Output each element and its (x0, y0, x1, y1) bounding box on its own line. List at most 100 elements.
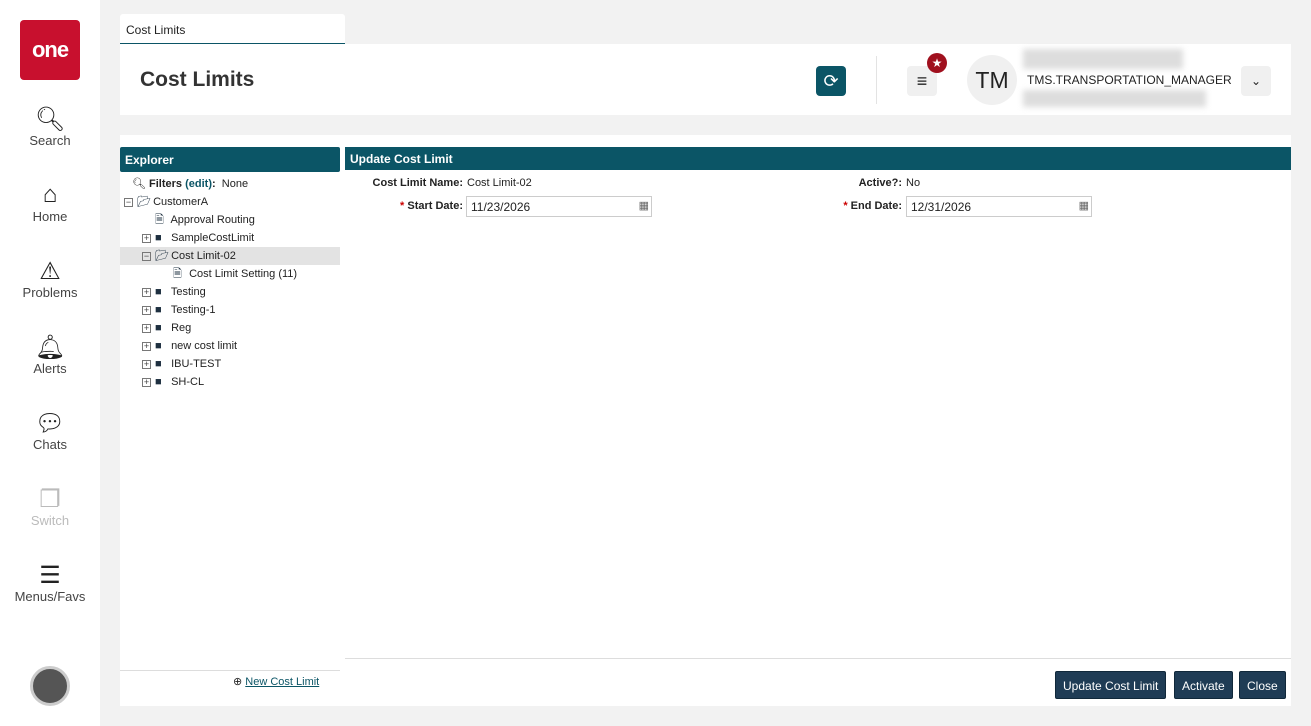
switch-icon: ❐ (39, 486, 61, 513)
assistant-avatar[interactable] (30, 666, 70, 706)
tree-node-label: Approval Routing (170, 214, 255, 226)
plus-circle-icon: ⊕ (233, 676, 243, 688)
sidebar-item-switch: ❐ Switch (0, 485, 100, 528)
tree-node-label: Testing-1 (170, 304, 216, 316)
folder-icon: ■ (155, 340, 162, 352)
calendar-icon[interactable]: ▦ (1079, 199, 1089, 212)
new-cost-limit-link[interactable]: ⊕ New Cost Limit (233, 675, 319, 688)
tree-node-label: CustomerA (153, 196, 209, 208)
chat-icon: 💬︎ (34, 410, 66, 437)
sidebar-item-alerts[interactable]: 🔔︎ Alerts (0, 333, 100, 376)
divider (345, 658, 1291, 659)
expand-icon[interactable]: + (142, 359, 151, 369)
file-icon: 🗎 (155, 214, 164, 226)
tree-node[interactable]: + ■ new cost limit (120, 337, 340, 355)
tree-node[interactable]: 🗎 Cost Limit Setting (11) (120, 265, 340, 283)
start-date-input[interactable]: 11/23/2026 ▦ (466, 196, 652, 217)
folder-open-icon: 📂︎ (137, 196, 151, 208)
tree-node[interactable]: + ■ SampleCostLimit (120, 229, 340, 247)
explorer-tree: − 📂︎ CustomerA 🗎 Approval Routing + ■ Sample… (120, 193, 340, 391)
tree-node-label: new cost limit (171, 340, 238, 352)
end-date-input[interactable]: 12/31/2026 ▦ (906, 196, 1092, 217)
divider (120, 670, 340, 671)
sidebar-item-label: Chats (33, 437, 67, 452)
expand-icon[interactable]: + (142, 341, 151, 351)
close-button[interactable]: Close (1239, 671, 1286, 699)
name-value: Cost Limit-02 (467, 177, 532, 189)
activate-button[interactable]: Activate (1174, 671, 1233, 699)
blurred-info (1023, 49, 1183, 69)
tree-node-label: Cost Limit-02 (171, 250, 236, 262)
home-icon: ⌂ (42, 181, 58, 208)
user-role: TMS.TRANSPORTATION_MANAGER (1027, 73, 1232, 87)
expand-icon[interactable]: + (142, 233, 151, 243)
avatar[interactable]: TM (967, 55, 1017, 105)
file-icon: 🗎 (173, 268, 182, 280)
divider (876, 56, 877, 104)
blurred-info (1023, 90, 1206, 107)
folder-icon: ■ (155, 376, 162, 388)
menu-icon: ☰ (39, 562, 61, 589)
folder-open-icon: 📂︎ (155, 250, 169, 262)
tree-node-label: Reg (171, 322, 192, 334)
tree-node[interactable]: + ■ Reg (120, 319, 340, 337)
sidebar-item-home[interactable]: ⌂ Home (0, 181, 100, 224)
collapse-icon[interactable]: − (124, 197, 133, 207)
sidebar-item-label: Menus/Favs (14, 589, 86, 604)
name-label: Cost Limit Name: (372, 177, 463, 189)
folder-icon: ■ (155, 232, 162, 244)
star-badge-icon: ★ (927, 53, 947, 73)
tree-node-label: Testing (170, 286, 206, 298)
tree-node[interactable]: − 📂︎ CustomerA (120, 193, 340, 211)
main-panel: Explorer 🔍︎ Filters (edit): None − 📂︎ Cus… (120, 135, 1291, 706)
tree-node[interactable]: + ■ Testing (120, 283, 340, 301)
form-header: Update Cost Limit (345, 147, 1291, 170)
sidebar-item-menus-favs[interactable]: ☰ Menus/Favs (0, 561, 100, 604)
sidebar-item-search[interactable]: 🔍︎ Search (0, 105, 100, 148)
explorer-header: Explorer (120, 147, 340, 172)
tree-node[interactable]: + ■ Testing-1 (120, 301, 340, 319)
filters-value: None (221, 178, 249, 190)
filters: 🔍︎ Filters (edit): None (132, 178, 249, 190)
page-title: Cost Limits (140, 68, 255, 91)
calendar-icon[interactable]: ▦ (639, 199, 649, 212)
tree-node[interactable]: − 📂︎ Cost Limit-02 (120, 247, 340, 265)
tab-cost-limits[interactable]: Cost Limits (120, 14, 345, 45)
tree-node[interactable]: 🗎 Approval Routing (120, 211, 340, 229)
filters-label: Filters (149, 178, 183, 190)
refresh-button[interactable]: ⟳ (816, 66, 846, 96)
header: Cost Limits ⟳ ≡ ★ TM TMS.TRANSPORTATION_… (120, 44, 1291, 115)
update-cost-limit-button[interactable]: Update Cost Limit (1055, 671, 1167, 699)
collapse-icon[interactable]: − (142, 251, 151, 261)
logo[interactable]: one (20, 20, 80, 80)
folder-icon: ■ (155, 358, 162, 370)
tree-node[interactable]: + ■ SH-CL (120, 373, 340, 391)
active-value: No (906, 177, 921, 189)
chevron-down-icon[interactable]: ⌄ (1241, 66, 1271, 96)
end-date-label: * End Date: (843, 200, 902, 212)
bell-icon: 🔔︎ (34, 334, 66, 361)
tree-node[interactable]: + ■ IBU-TEST (120, 355, 340, 373)
sidebar-item-label: Problems (22, 285, 78, 300)
tree-node-label: SampleCostLimit (171, 232, 255, 244)
tree-node-label: SH-CL (171, 376, 205, 388)
search-icon: 🔍︎ (34, 106, 66, 133)
filters-edit-link[interactable]: (edit) (185, 178, 212, 190)
folder-icon: ■ (155, 304, 162, 316)
start-date-label: * Start Date: (400, 200, 463, 212)
tree-node-label: IBU-TEST (171, 358, 222, 370)
folder-icon: ■ (155, 322, 162, 334)
sidebar-item-label: Switch (30, 513, 70, 528)
warning-icon: ⚠ (39, 258, 61, 285)
sidebar-item-problems[interactable]: ⚠ Problems (0, 257, 100, 300)
expand-icon[interactable]: + (142, 323, 151, 333)
expand-icon[interactable]: + (142, 377, 151, 387)
sidebar-item-chats[interactable]: 💬︎ Chats (0, 409, 100, 452)
expand-icon[interactable]: + (142, 287, 151, 297)
expand-icon[interactable]: + (142, 305, 151, 315)
sidebar-item-label: Home (32, 209, 68, 224)
sidebar-item-label: Search (29, 133, 71, 148)
sidebar-item-label: Alerts (33, 361, 67, 376)
search-icon: 🔍︎ (132, 178, 146, 190)
active-label: Active?: (858, 177, 902, 189)
